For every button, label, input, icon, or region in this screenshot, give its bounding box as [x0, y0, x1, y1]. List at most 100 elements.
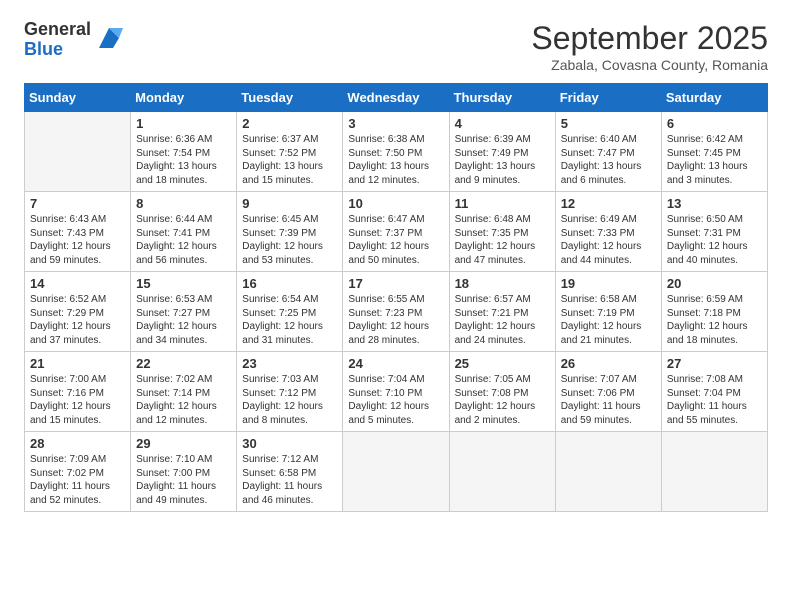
day-number: 22	[136, 356, 231, 371]
calendar-cell: 20 Sunrise: 6:59 AMSunset: 7:18 PMDayligh…	[661, 272, 767, 352]
day-number: 17	[348, 276, 443, 291]
day-info: Sunrise: 6:44 AMSunset: 7:41 PMDaylight:…	[136, 213, 231, 267]
day-info: Sunrise: 6:37 AMSunset: 7:52 PMDaylight:…	[242, 133, 337, 187]
day-info: Sunrise: 7:07 AMSunset: 7:06 PMDaylight:…	[561, 373, 656, 427]
calendar-cell	[661, 432, 767, 512]
calendar-table: SundayMondayTuesdayWednesdayThursdayFrid…	[24, 83, 768, 512]
day-number: 8	[136, 196, 231, 211]
header-friday: Friday	[555, 84, 661, 112]
week-row-3: 14 Sunrise: 6:52 AMSunset: 7:29 PMDayligh…	[25, 272, 768, 352]
day-number: 10	[348, 196, 443, 211]
calendar-cell: 29 Sunrise: 7:10 AMSunset: 7:00 PMDayligh…	[131, 432, 237, 512]
day-info: Sunrise: 7:09 AMSunset: 7:02 PMDaylight:…	[30, 453, 125, 507]
header-wednesday: Wednesday	[343, 84, 449, 112]
calendar-cell: 5Sunrise: 6:40 AMSunset: 7:47 PMDaylight…	[555, 112, 661, 192]
calendar-cell: 1 Sunrise: 6:36 AMSunset: 7:54 PMDaylight…	[131, 112, 237, 192]
day-number: 21	[30, 356, 125, 371]
day-info: Sunrise: 6:40 AMSunset: 7:47 PMDaylight:…	[561, 133, 656, 187]
day-info: Sunrise: 7:08 AMSunset: 7:04 PMDaylight:…	[667, 373, 762, 427]
calendar-cell: 18Sunrise: 6:57 AMSunset: 7:21 PMDayligh…	[449, 272, 555, 352]
calendar-cell: 11Sunrise: 6:48 AMSunset: 7:35 PMDayligh…	[449, 192, 555, 272]
calendar-cell: 13Sunrise: 6:50 AMSunset: 7:31 PMDayligh…	[661, 192, 767, 272]
day-number: 26	[561, 356, 656, 371]
title-block: September 2025 Zabala, Covasna County, R…	[531, 20, 768, 73]
day-number: 1	[136, 116, 231, 131]
logo: General Blue	[24, 20, 123, 60]
calendar-cell: 23 Sunrise: 7:03 AMSunset: 7:12 PMDayligh…	[237, 352, 343, 432]
day-number: 12	[561, 196, 656, 211]
calendar-cell	[25, 112, 131, 192]
calendar-cell: 8 Sunrise: 6:44 AMSunset: 7:41 PMDaylight…	[131, 192, 237, 272]
month-title: September 2025	[531, 20, 768, 57]
day-info: Sunrise: 6:58 AMSunset: 7:19 PMDaylight:…	[561, 293, 656, 347]
day-info: Sunrise: 7:00 AMSunset: 7:16 PMDaylight:…	[30, 373, 125, 427]
day-info: Sunrise: 7:12 AMSunset: 6:58 PMDaylight:…	[242, 453, 337, 507]
calendar-cell: 26 Sunrise: 7:07 AMSunset: 7:06 PMDayligh…	[555, 352, 661, 432]
day-info: Sunrise: 7:03 AMSunset: 7:12 PMDaylight:…	[242, 373, 337, 427]
header-monday: Monday	[131, 84, 237, 112]
day-number: 19	[561, 276, 656, 291]
week-row-5: 28 Sunrise: 7:09 AMSunset: 7:02 PMDayligh…	[25, 432, 768, 512]
header-tuesday: Tuesday	[237, 84, 343, 112]
calendar-cell: 6Sunrise: 6:42 AMSunset: 7:45 PMDaylight…	[661, 112, 767, 192]
header-thursday: Thursday	[449, 84, 555, 112]
day-number: 27	[667, 356, 762, 371]
calendar-cell: 7 Sunrise: 6:43 AMSunset: 7:43 PMDaylight…	[25, 192, 131, 272]
calendar-cell	[449, 432, 555, 512]
calendar-cell: 2 Sunrise: 6:37 AMSunset: 7:52 PMDaylight…	[237, 112, 343, 192]
calendar-cell: 12 Sunrise: 6:49 AMSunset: 7:33 PMDayligh…	[555, 192, 661, 272]
day-number: 4	[455, 116, 550, 131]
week-row-4: 21 Sunrise: 7:00 AMSunset: 7:16 PMDayligh…	[25, 352, 768, 432]
day-info: Sunrise: 6:36 AMSunset: 7:54 PMDaylight:…	[136, 133, 231, 187]
day-info: Sunrise: 6:45 AMSunset: 7:39 PMDaylight:…	[242, 213, 337, 267]
calendar-cell: 25Sunrise: 7:05 AMSunset: 7:08 PMDayligh…	[449, 352, 555, 432]
day-info: Sunrise: 7:04 AMSunset: 7:10 PMDaylight:…	[348, 373, 443, 427]
week-row-1: 1 Sunrise: 6:36 AMSunset: 7:54 PMDaylight…	[25, 112, 768, 192]
day-info: Sunrise: 6:47 AMSunset: 7:37 PMDaylight:…	[348, 213, 443, 267]
calendar-cell	[343, 432, 449, 512]
day-info: Sunrise: 7:02 AMSunset: 7:14 PMDaylight:…	[136, 373, 231, 427]
calendar-cell: 27 Sunrise: 7:08 AMSunset: 7:04 PMDayligh…	[661, 352, 767, 432]
calendar-cell: 24 Sunrise: 7:04 AMSunset: 7:10 PMDayligh…	[343, 352, 449, 432]
calendar-cell: 15Sunrise: 6:53 AMSunset: 7:27 PMDayligh…	[131, 272, 237, 352]
page-header: General Blue September 2025 Zabala, Cova…	[24, 20, 768, 73]
day-info: Sunrise: 6:52 AMSunset: 7:29 PMDaylight:…	[30, 293, 125, 347]
day-number: 16	[242, 276, 337, 291]
day-number: 11	[455, 196, 550, 211]
day-info: Sunrise: 7:10 AMSunset: 7:00 PMDaylight:…	[136, 453, 231, 507]
day-number: 29	[136, 436, 231, 451]
calendar-cell: 17Sunrise: 6:55 AMSunset: 7:23 PMDayligh…	[343, 272, 449, 352]
logo-icon	[95, 24, 123, 52]
day-number: 25	[455, 356, 550, 371]
calendar-header-row: SundayMondayTuesdayWednesdayThursdayFrid…	[25, 84, 768, 112]
location-text: Zabala, Covasna County, Romania	[531, 57, 768, 73]
calendar-cell: 4 Sunrise: 6:39 AMSunset: 7:49 PMDaylight…	[449, 112, 555, 192]
day-number: 6	[667, 116, 762, 131]
calendar-cell: 21 Sunrise: 7:00 AMSunset: 7:16 PMDayligh…	[25, 352, 131, 432]
calendar-cell: 19 Sunrise: 6:58 AMSunset: 7:19 PMDayligh…	[555, 272, 661, 352]
calendar-cell: 22 Sunrise: 7:02 AMSunset: 7:14 PMDayligh…	[131, 352, 237, 432]
day-info: Sunrise: 6:43 AMSunset: 7:43 PMDaylight:…	[30, 213, 125, 267]
calendar-cell: 10 Sunrise: 6:47 AMSunset: 7:37 PMDayligh…	[343, 192, 449, 272]
calendar-cell: 9 Sunrise: 6:45 AMSunset: 7:39 PMDaylight…	[237, 192, 343, 272]
day-number: 24	[348, 356, 443, 371]
calendar-cell: 14 Sunrise: 6:52 AMSunset: 7:29 PMDayligh…	[25, 272, 131, 352]
header-sunday: Sunday	[25, 84, 131, 112]
day-number: 7	[30, 196, 125, 211]
day-number: 9	[242, 196, 337, 211]
header-saturday: Saturday	[661, 84, 767, 112]
week-row-2: 7 Sunrise: 6:43 AMSunset: 7:43 PMDaylight…	[25, 192, 768, 272]
day-info: Sunrise: 6:49 AMSunset: 7:33 PMDaylight:…	[561, 213, 656, 267]
day-info: Sunrise: 6:54 AMSunset: 7:25 PMDaylight:…	[242, 293, 337, 347]
calendar-cell: 16 Sunrise: 6:54 AMSunset: 7:25 PMDayligh…	[237, 272, 343, 352]
day-number: 2	[242, 116, 337, 131]
calendar-cell: 30Sunrise: 7:12 AMSunset: 6:58 PMDayligh…	[237, 432, 343, 512]
day-number: 23	[242, 356, 337, 371]
day-info: Sunrise: 6:59 AMSunset: 7:18 PMDaylight:…	[667, 293, 762, 347]
day-number: 28	[30, 436, 125, 451]
calendar-cell: 28 Sunrise: 7:09 AMSunset: 7:02 PMDayligh…	[25, 432, 131, 512]
day-number: 20	[667, 276, 762, 291]
day-info: Sunrise: 6:39 AMSunset: 7:49 PMDaylight:…	[455, 133, 550, 187]
day-info: Sunrise: 6:57 AMSunset: 7:21 PMDaylight:…	[455, 293, 550, 347]
day-number: 14	[30, 276, 125, 291]
